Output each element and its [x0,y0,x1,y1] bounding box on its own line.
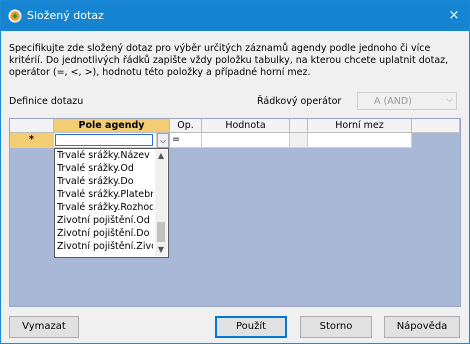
query-definition-label: Definice dotazu [9,96,84,107]
column-header-filler [412,119,460,133]
list-item[interactable]: Životní pojištění.Živo [57,241,153,252]
column-header-field[interactable]: Pole agendy [54,119,170,133]
field-dropdown-list[interactable]: Trvalé srážky.Název Trvalé srážky.Od Trv… [54,148,169,258]
column-header-spacer [290,119,308,133]
row-operator-value: A (AND) [374,96,412,107]
field-input[interactable] [55,134,153,146]
column-header-op[interactable]: Op. [170,119,202,133]
clear-button[interactable]: Vymazat [9,316,79,338]
row-header-corner [10,119,54,133]
description-text: Specifikujte zde složený dotaz pro výběr… [9,43,449,78]
chevron-down-icon: ⌵ [446,95,453,105]
help-button[interactable]: Nápověda [384,316,460,338]
list-item[interactable]: Trvalé srážky.Do [57,176,153,187]
value-cell[interactable] [202,133,290,148]
close-icon[interactable]: × [445,7,463,25]
title-bar[interactable]: Složený dotaz × [1,1,469,31]
upper-limit-cell[interactable] [308,133,412,148]
cancel-button[interactable]: Storno [300,316,372,338]
list-item[interactable]: Trvalé srážky.Název [57,150,153,161]
app-icon [8,9,22,23]
list-item[interactable]: Trvalé srážky.Platební [57,189,153,200]
chevron-up-icon[interactable]: ▲ [155,150,167,162]
apply-button[interactable]: Použít [215,316,287,338]
row-operator-select[interactable]: A (AND) ⌵ [357,92,457,110]
row-indicator[interactable]: * [10,133,54,148]
chevron-down-icon: ⌵ [159,136,167,145]
field-cell[interactable] [54,133,157,148]
column-header-upper[interactable]: Horní mez [308,119,412,133]
window-title: Složený dotaz [27,9,104,22]
chevron-down-icon[interactable]: ▼ [155,244,167,256]
dropdown-scrollbar[interactable]: ▲ ▼ [155,150,167,256]
list-item[interactable]: Životní pojištění.Do [57,228,153,239]
list-item[interactable]: Trvalé srážky.Od [57,163,153,174]
op-cell[interactable]: = [170,133,202,148]
query-grid[interactable]: Pole agendy Op. Hodnota Horní mez * ⌵ = … [9,118,461,307]
spacer-cell [290,133,308,148]
list-item[interactable]: Životní pojištění.Od [57,215,153,226]
list-item[interactable]: Trvalé srážky.Rozhodnutí [57,202,153,213]
row-operator-label: Řádkový operátor [257,96,342,107]
column-header-value[interactable]: Hodnota [202,119,290,133]
dialog-window: Složený dotaz × Specifikujte zde složený… [0,0,470,344]
scrollbar-thumb[interactable] [157,222,165,242]
field-dropdown-button[interactable]: ⌵ [157,133,169,148]
